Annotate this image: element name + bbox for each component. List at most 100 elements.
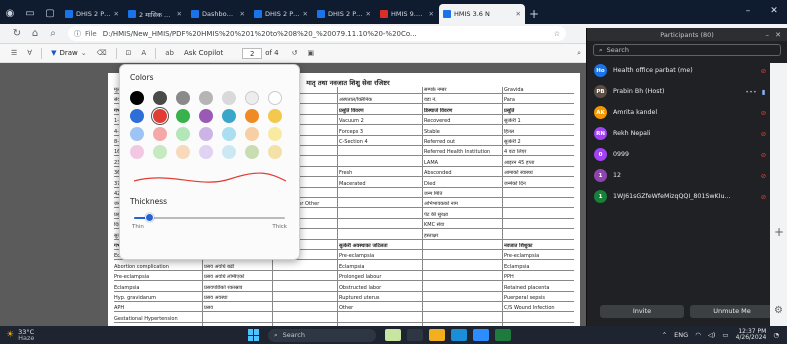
- color-swatch[interactable]: [222, 109, 236, 123]
- color-swatch[interactable]: [199, 145, 213, 159]
- file-explorer-icon[interactable]: [429, 329, 445, 341]
- browser-tab[interactable]: Dashboard ✕: [187, 4, 249, 24]
- color-swatch[interactable]: [268, 109, 282, 123]
- page-view-icon[interactable]: ⊡: [121, 49, 137, 57]
- close-tab-icon[interactable]: ✕: [429, 10, 434, 18]
- search-icon[interactable]: ⌕: [572, 49, 586, 58]
- close-tab-icon[interactable]: ✕: [366, 10, 371, 18]
- zoom-app-icon[interactable]: [473, 329, 489, 341]
- color-swatch[interactable]: [245, 91, 259, 105]
- notification-icon[interactable]: ◔: [773, 331, 779, 339]
- invite-button[interactable]: Invite: [600, 304, 684, 318]
- color-swatch[interactable]: [245, 145, 259, 159]
- color-swatch[interactable]: [153, 109, 167, 123]
- unmute-me-button[interactable]: Unmute Me: [690, 304, 774, 318]
- color-swatch[interactable]: [222, 145, 236, 159]
- eraser-icon[interactable]: ⌫: [92, 49, 112, 57]
- microphone-muted-icon[interactable]: ⊘: [758, 172, 769, 180]
- browser-tab[interactable]: 2 मासिक प्रगति रि✕: [124, 4, 186, 24]
- color-swatch[interactable]: [130, 91, 144, 105]
- close-tab-icon[interactable]: ✕: [177, 10, 182, 18]
- browser-tab[interactable]: DHIS 2 Pivot✕: [61, 4, 123, 24]
- color-swatch[interactable]: [153, 145, 167, 159]
- color-swatch[interactable]: [199, 127, 213, 141]
- ask-copilot-button[interactable]: Ask Copilot: [179, 49, 228, 57]
- color-swatch[interactable]: [153, 127, 167, 141]
- close-panel-icon[interactable]: ✕: [775, 31, 781, 39]
- microphone-muted-icon[interactable]: ⊘: [758, 109, 769, 117]
- microphone-muted-icon[interactable]: ⊘: [758, 193, 769, 201]
- microphone-muted-icon[interactable]: ⊘: [758, 151, 769, 159]
- color-swatch[interactable]: [176, 127, 190, 141]
- color-swatch[interactable]: [130, 109, 144, 123]
- draw-button[interactable]: ▼ Draw ⌄: [46, 49, 92, 57]
- participant-item[interactable]: HoHealth office parbat (me)⊘▭: [587, 60, 787, 81]
- home-icon[interactable]: ⌂: [26, 28, 44, 39]
- close-tab-icon[interactable]: ✕: [516, 10, 521, 18]
- browser-tab[interactable]: HMIS 3.6 N ✕: [439, 4, 525, 24]
- chevron-up-icon[interactable]: ⌃: [662, 331, 667, 339]
- color-swatch[interactable]: [268, 91, 282, 105]
- url-text[interactable]: D:/HMIS/New_HMIS/PDF%20HMIS%20%201%20to%…: [103, 30, 550, 38]
- windows-start-icon[interactable]: [248, 329, 260, 341]
- read-aloud-icon[interactable]: A: [136, 49, 151, 57]
- star-icon[interactable]: ☆: [554, 30, 560, 38]
- more-options-icon[interactable]: •••: [744, 88, 758, 96]
- color-swatch[interactable]: [199, 91, 213, 105]
- volume-icon[interactable]: ◁): [708, 331, 716, 339]
- close-tab-icon[interactable]: ✕: [303, 10, 308, 18]
- color-swatch[interactable]: [153, 91, 167, 105]
- rotate-icon[interactable]: ↺: [287, 49, 303, 57]
- microphone-muted-icon[interactable]: ⊘: [758, 130, 769, 138]
- color-swatch[interactable]: [130, 127, 144, 141]
- find-icon[interactable]: ab: [160, 49, 179, 57]
- excel-icon[interactable]: [495, 329, 511, 341]
- color-swatch[interactable]: [222, 127, 236, 141]
- microphone-icon[interactable]: ▮: [758, 88, 769, 96]
- color-swatch[interactable]: [176, 91, 190, 105]
- page-number-input[interactable]: 2: [242, 47, 263, 59]
- clock[interactable]: 12:37 PM 4/26/2024: [736, 328, 767, 342]
- color-swatch[interactable]: [245, 109, 259, 123]
- participant-item[interactable]: RNRekh Nepali⊘▭: [587, 123, 787, 144]
- browser-tab[interactable]: HMIS 9.3 E ✕: [376, 4, 438, 24]
- color-swatch[interactable]: [268, 145, 282, 159]
- color-swatch[interactable]: [176, 145, 190, 159]
- add-icon[interactable]: +: [774, 225, 784, 239]
- participant-item[interactable]: 00999⊘▭: [587, 144, 787, 165]
- widget-app-icon[interactable]: [385, 329, 401, 341]
- text-cursor-icon[interactable]: ∀: [22, 49, 37, 57]
- omnibox[interactable]: ⓘ File D:/HMIS/New_HMIS/PDF%20HMIS%20%20…: [68, 26, 566, 41]
- thickness-slider[interactable]: [130, 213, 289, 222]
- info-icon[interactable]: ⓘ: [74, 29, 81, 39]
- browser-tab[interactable]: DHIS 2 Pivot✕: [250, 4, 312, 24]
- color-swatch[interactable]: [245, 127, 259, 141]
- tab-actions-icon[interactable]: ▭: [20, 2, 40, 24]
- weather-widget[interactable]: ☀ 33°C Haze: [0, 328, 120, 342]
- close-tab-icon[interactable]: ✕: [240, 10, 245, 18]
- language-indicator[interactable]: ENG: [674, 331, 688, 339]
- participant-item[interactable]: AKAmrita kandel⊘▭: [587, 102, 787, 123]
- slider-thumb[interactable]: [145, 213, 155, 222]
- gear-icon[interactable]: ⚙: [774, 305, 783, 316]
- close-window-button[interactable]: ✕: [761, 0, 787, 22]
- color-swatch[interactable]: [222, 91, 236, 105]
- participant-item[interactable]: PBPrabin Bh (Host)•••▮■: [587, 81, 787, 102]
- participant-item[interactable]: 11WJ61sGZfeWfeMizqQQI_801SwKIu...⊘▭: [587, 186, 787, 207]
- color-swatch[interactable]: [268, 127, 282, 141]
- minimize-panel-icon[interactable]: –: [766, 31, 770, 39]
- participant-item[interactable]: 112⊘▭: [587, 165, 787, 186]
- close-tab-icon[interactable]: ✕: [114, 10, 119, 18]
- task-view-icon[interactable]: [407, 329, 423, 341]
- color-swatch[interactable]: [130, 145, 144, 159]
- browser-tab[interactable]: DHIS 2 Pivot✕: [313, 4, 375, 24]
- zoom-icon[interactable]: ⌕: [44, 28, 62, 39]
- tab-list-icon[interactable]: ▢: [40, 2, 60, 24]
- new-tab-button[interactable]: +: [525, 4, 543, 24]
- wifi-icon[interactable]: ◠: [695, 331, 701, 339]
- color-swatch[interactable]: [199, 109, 213, 123]
- reload-icon[interactable]: ↻: [8, 28, 26, 39]
- battery-icon[interactable]: ▭: [722, 331, 728, 339]
- edge-browser-icon[interactable]: [451, 329, 467, 341]
- fit-page-icon[interactable]: ▣: [303, 49, 320, 57]
